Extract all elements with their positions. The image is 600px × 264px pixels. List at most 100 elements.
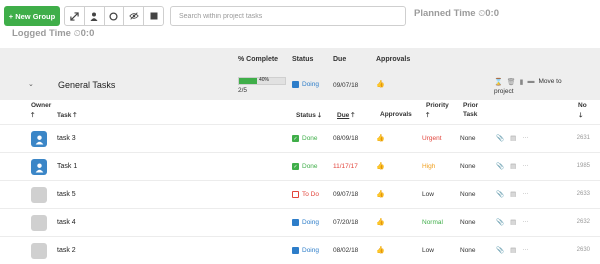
table-row[interactable]: task 5 To Do 09/07/18 👍 Low None 📎 ▤ ··· 2633 [0,180,600,208]
task-name[interactable]: task 4 [57,219,76,226]
task-priority[interactable]: Low [422,247,434,254]
notes-icon[interactable]: ▤ [510,162,516,170]
eye-slash-icon[interactable] [124,7,145,25]
person-icon[interactable] [85,7,105,25]
expand-icon[interactable] [65,7,85,25]
task-status[interactable]: ✓ Done [292,163,318,170]
task-status[interactable]: ✓ Done [292,135,318,142]
task-due[interactable]: 11/17/17 [333,163,358,170]
paperclip-icon[interactable]: 📎 [496,218,504,226]
status-header: Status [292,56,314,63]
task-due[interactable]: 08/02/18 [333,247,358,254]
more-icon[interactable]: ··· [522,162,529,170]
task-due[interactable]: 07/20/18 [333,219,358,226]
task-status-label: Done [302,135,318,142]
avatar[interactable] [31,131,47,147]
sort-down-arrow-icon[interactable]: 🡓 [579,111,582,122]
paperclip-icon[interactable]: 📎 [496,246,504,254]
table-row[interactable]: task 4 Doing 07/20/18 👍 Normal None 📎 ▤ ··· 2632 [0,208,600,236]
hourglass-icon[interactable]: ⌛ [494,78,503,86]
new-group-button[interactable]: + New Group [4,6,60,26]
group-row: ⌄ General Tasks 40% 2/5 Doing 09/07/18 👍… [0,68,600,100]
paperclip-icon[interactable]: 📎 [496,162,504,170]
thumbs-up-icon[interactable]: 👍 [376,134,385,142]
task-status[interactable]: Doing [292,219,319,226]
task-priority[interactable]: Urgent [422,135,442,142]
paperclip-icon[interactable]: 📎 [496,134,504,142]
chevron-down-icon[interactable]: ⌄ [28,80,34,88]
approvals-col-header[interactable]: Approvals [380,111,412,118]
avatar[interactable] [31,159,47,175]
group-actions: ⌛ 🗑 ▮ ▬ Move to [494,77,562,86]
more-icon[interactable]: ··· [522,190,529,198]
task-label: Task [57,112,72,119]
task-priority[interactable]: Normal [422,219,443,226]
task-priority[interactable]: High [422,163,435,170]
group-title[interactable]: General Tasks [58,80,115,90]
task-prior-task[interactable]: None [460,135,476,142]
notes-icon[interactable]: ▤ [510,190,516,198]
prior-task-col-header-2[interactable]: Task [463,111,477,118]
group-status[interactable]: Doing [292,81,319,88]
task-due[interactable]: 08/09/18 [333,135,358,142]
notes-icon[interactable]: ▤ [510,218,516,226]
paperclip-icon[interactable]: 📎 [496,190,504,198]
more-icon[interactable]: ··· [522,246,529,254]
completed-fraction: 2/5 [238,87,248,94]
table-row[interactable]: task 2 Doing 08/02/18 👍 Low None 📎 ▤ ··· 2630 [0,236,600,264]
task-prior-task[interactable]: None [460,247,476,254]
planned-time-value: 0:0 [485,8,499,19]
task-due[interactable]: 09/07/18 [333,191,358,198]
notes-icon[interactable]: ▤ [510,134,516,142]
group-due: 09/07/18 [333,82,359,89]
due-col-header[interactable]: Due 🡑 [337,111,354,122]
task-name[interactable]: Task 1 [57,163,77,170]
owner-label: Owner [31,102,52,109]
thumbs-up-icon[interactable]: 👍 [376,246,385,254]
circle-icon[interactable] [105,7,125,25]
task-prior-task[interactable]: None [460,163,476,170]
owner-header[interactable]: Owner [31,102,51,109]
sort-up-arrow-icon[interactable]: 🡑 [31,111,34,122]
more-icon[interactable]: ··· [522,218,529,226]
task-status[interactable]: Doing [292,247,319,254]
more-icon[interactable]: ··· [522,134,529,142]
avatar[interactable] [31,187,47,203]
bar-chart-icon[interactable]: ▮ [520,78,524,86]
task-name[interactable]: task 5 [57,191,76,198]
planned-time: Planned Time ⏲0:0 [414,8,499,19]
task-name[interactable]: task 3 [57,135,76,142]
table-row[interactable]: task 3 ✓ Done 08/09/18 👍 Urgent None 📎 ▤ ··· 2631 [0,124,600,152]
avatar[interactable] [31,215,47,231]
notes-icon[interactable]: ▤ [510,246,516,254]
task-header[interactable]: Task 🡑 [57,111,77,122]
due-label: Due [337,112,350,119]
task-status-label: Doing [302,219,319,226]
priority-col-header[interactable]: Priority [426,102,449,109]
logged-time: Logged Time ⏲0:0 [12,28,94,39]
due-header: Due [333,56,347,63]
square-icon[interactable] [144,7,163,25]
task-prior-task[interactable]: None [460,191,476,198]
prior-task-col-header-1[interactable]: Prior [463,102,478,109]
trash-icon[interactable]: 🗑 [507,78,516,86]
avatar[interactable] [31,243,47,259]
move-to-project-link[interactable]: Move to [538,77,561,86]
task-prior-task[interactable]: None [460,219,476,226]
search-input[interactable] [170,6,406,26]
task-name[interactable]: task 2 [57,247,76,254]
move-label-project[interactable]: project [494,88,514,95]
task-priority[interactable]: Low [422,191,434,198]
row-actions: 📎 ▤ ··· [496,218,529,226]
no-col-header[interactable]: No [578,102,587,109]
thumbs-up-icon[interactable]: 👍 [376,80,385,88]
thumbs-up-icon[interactable]: 👍 [376,162,385,170]
thumbs-up-icon[interactable]: 👍 [376,190,385,198]
task-status[interactable]: To Do [292,191,319,198]
folder-icon[interactable]: ▬ [527,78,534,85]
status-col-header[interactable]: Status 🡓 [296,111,321,122]
table-row[interactable]: Task 1 ✓ Done 11/17/17 👍 High None 📎 ▤ ··· 1985 [0,152,600,180]
row-actions: 📎 ▤ ··· [496,162,529,170]
thumbs-up-icon[interactable]: 👍 [376,218,385,226]
sort-up-arrow-icon[interactable]: 🡑 [426,111,429,122]
